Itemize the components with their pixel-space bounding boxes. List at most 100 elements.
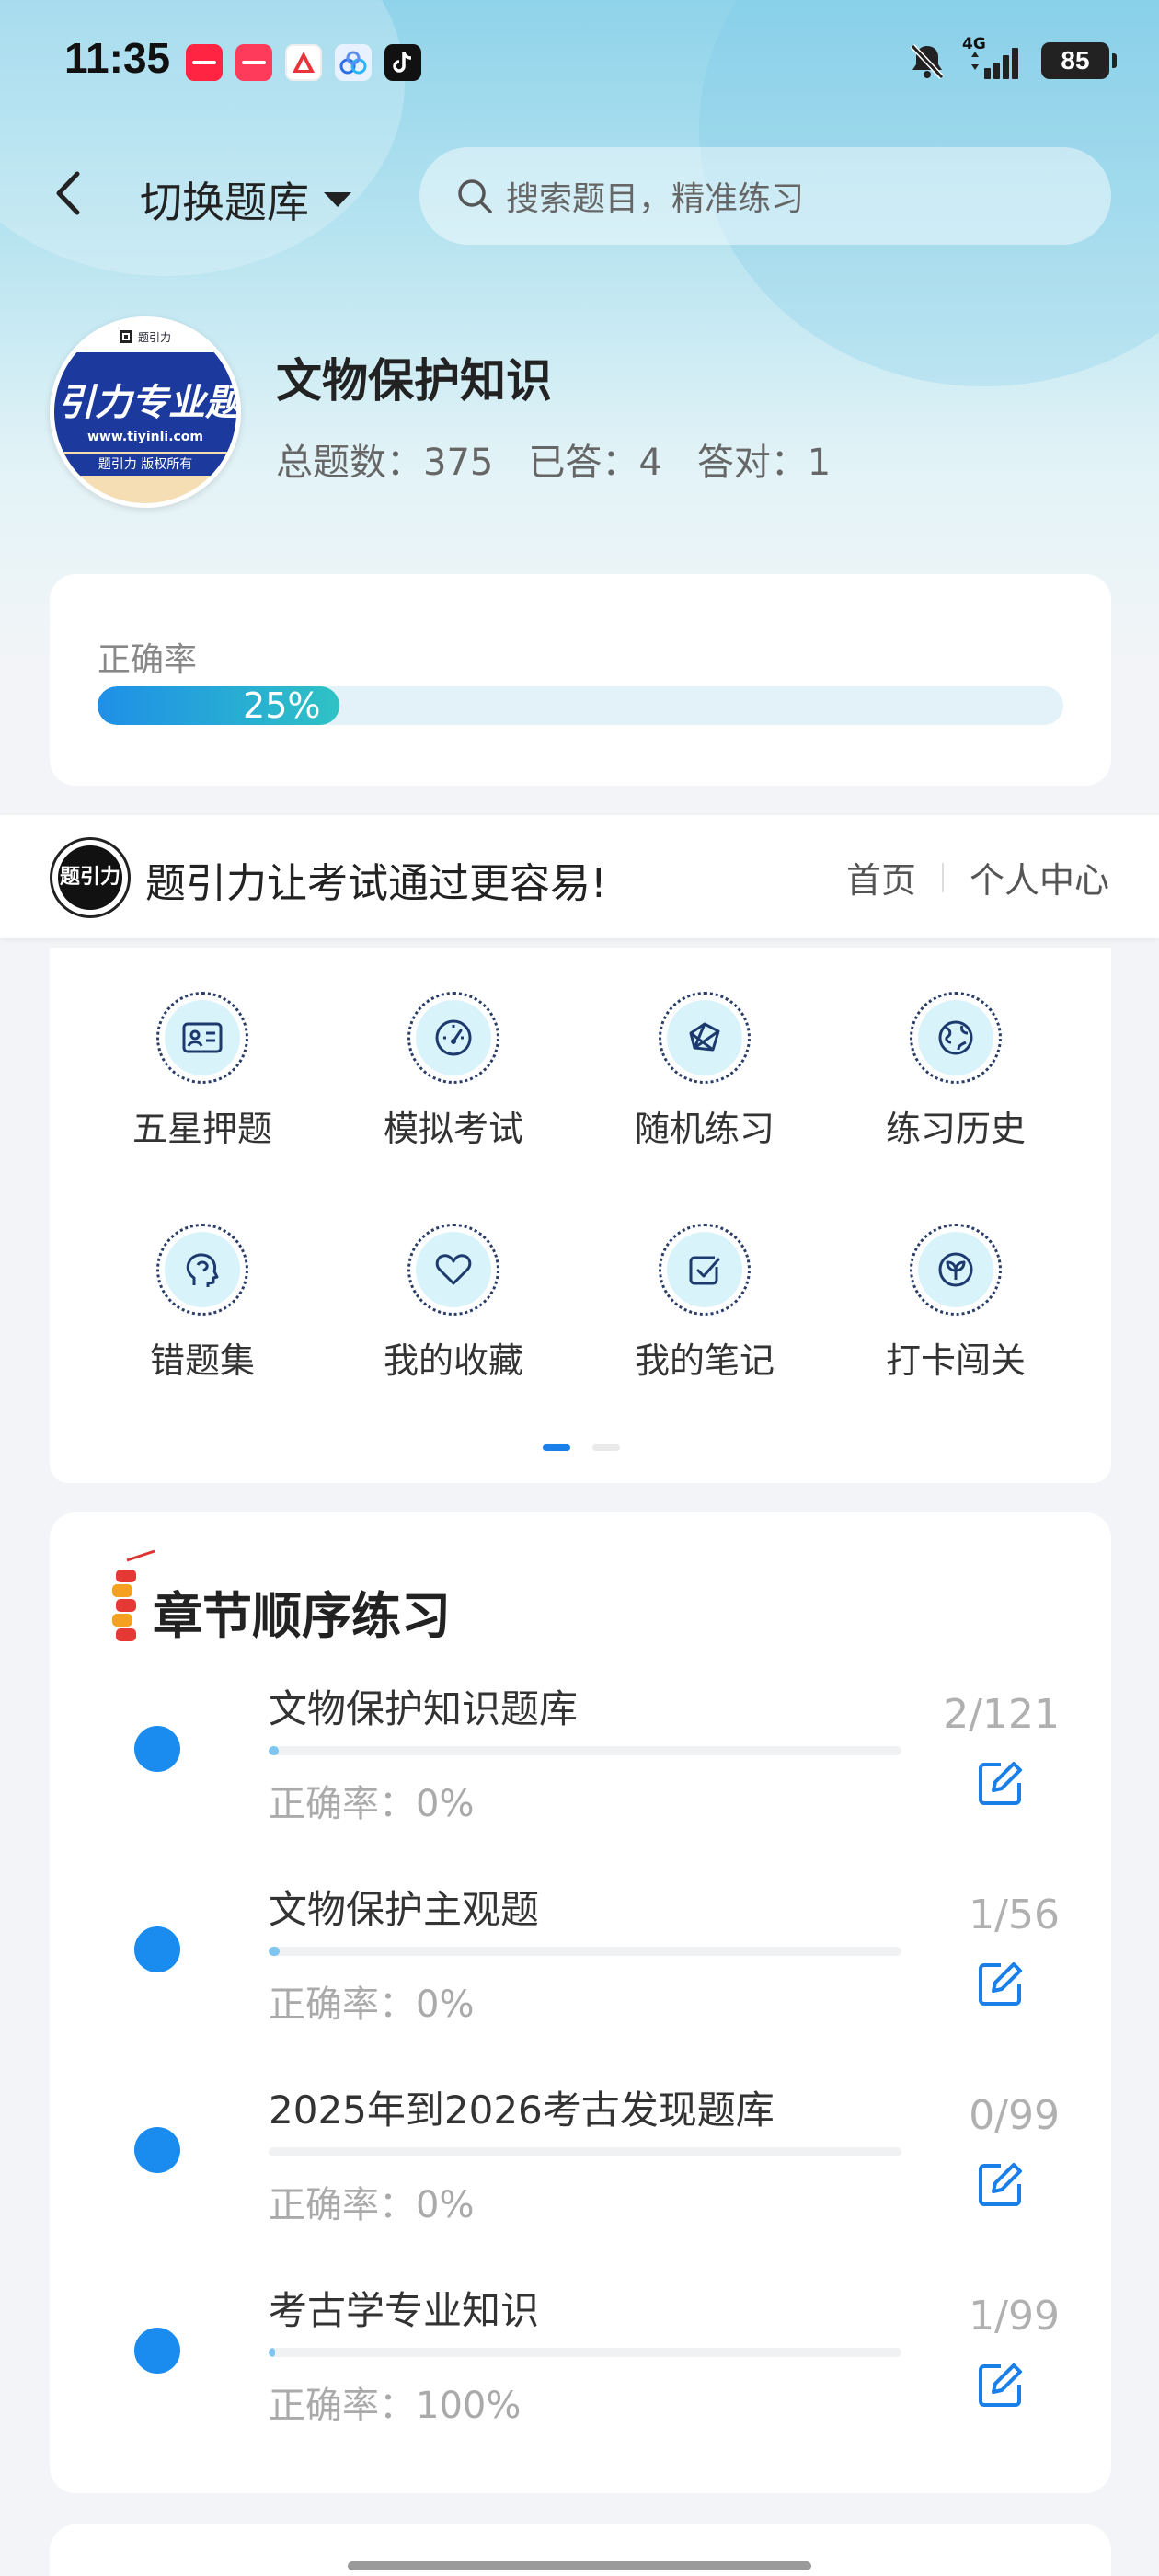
xiaohongshu-icon [186,44,223,81]
chapter-accuracy: 正确率：0% [269,2184,475,2226]
feature-label: 练习历史 [885,1109,1026,1149]
stat-answered: 已答：4 [528,442,662,484]
check-note-icon [689,1256,720,1285]
page-dot-1[interactable] [543,1444,570,1451]
leaf-badge-icon [938,1252,973,1287]
search-input[interactable]: 搜索题目，精准练习 [419,147,1111,245]
feature-icon-ring [910,992,1002,1084]
logo-brand-strip: 题引力 [54,321,236,352]
logo-title: 引力专业题 [58,382,241,424]
chapter-progress-track [269,1746,901,1755]
chapter-accuracy: 正确率：100% [269,2385,522,2427]
gauge-icon [435,1019,472,1056]
status-indicators: 4G 85 [907,35,1117,81]
baidu-netdisk-icon [335,44,372,81]
home-indicator[interactable] [348,2561,811,2570]
chapter-progress-fill [269,2348,275,2357]
chapter-bullet [134,2127,180,2173]
banner-nav: 首页 个人中心 [846,852,1109,903]
xiaohongshu-icon [235,44,272,81]
page-dot-2[interactable] [592,1444,620,1451]
feature-icon-ring [407,1224,499,1316]
switch-bank-dropdown[interactable]: 切换题库 [140,169,353,230]
brand-logo-text: 题引力 [58,845,122,910]
edit-icon[interactable] [973,1956,1028,2011]
chapter-progress-track [269,2348,901,2357]
feature-grid: 五星押题 模拟考试 随机练习 练习历史 错题集 我的收藏 我的笔记 打卡闯关 [50,948,1111,1483]
feature-label: 我的收藏 [383,1340,523,1381]
nav-personal-link[interactable]: 个人中心 [970,852,1109,903]
feature-icon-ring [156,992,248,1084]
chapter-bullet [134,2328,180,2374]
search-placeholder: 搜索题目，精准练习 [506,180,805,218]
tiktok-icon [384,44,421,81]
bell-off-icon [910,43,945,80]
chapter-accuracy: 正确率：0% [269,1783,475,1825]
caret-down-icon [324,192,351,207]
edit-icon[interactable] [973,2357,1028,2412]
network-icon [689,1022,720,1052]
brand-logo: 题引力 [50,837,131,918]
banner-slogan: 题引力让考试通过更容易! [145,860,607,907]
stat-total: 总题数：375 [276,442,494,484]
chapter-item[interactable]: 2025年到2026考古发现题库 正确率：0% 0/99 [50,2079,1111,2263]
feature-icon-ring [407,992,499,1084]
bank-logo: 题引力 引力专业题 www.tiyinli.com 题引力 版权所有 [50,316,241,508]
chapter-progress-fill [269,1947,281,1956]
feature-icon-ring [659,1224,751,1316]
qr-code-icon [119,330,132,343]
search-icon [458,179,492,213]
switch-bank-label: 切换题库 [140,178,309,227]
promo-banner: 题引力 题引力让考试通过更容易! 首页 个人中心 [0,815,1159,938]
chapter-name: 考古学专业知识 [269,2288,540,2333]
chapter-progress-track [269,2147,901,2156]
acrobat-icon [285,44,322,81]
logo-copyright: 题引力 版权所有 [54,454,236,476]
bank-title: 文物保护知识 [276,354,552,408]
status-bar: 11:35 4G 85 [0,0,1159,125]
nav-divider [941,862,944,892]
logo-brand: 题引力 [137,330,171,344]
chapter-count: 0/99 [969,2092,1060,2139]
chapter-progress-fill [269,1746,280,1755]
chapter-bullet [134,1726,180,1772]
stat-correct: 答对：1 [696,442,832,484]
edit-icon[interactable] [973,2156,1028,2212]
accuracy-progress-fill: 25% [98,686,339,725]
status-time: 11:35 [64,34,171,82]
feature-favorites[interactable]: 我的收藏 [343,1224,564,1383]
feature-notes[interactable]: 我的笔记 [594,1224,815,1383]
chapter-count: 1/56 [969,1892,1060,1938]
feature-random-practice[interactable]: 随机练习 [594,992,815,1151]
page-indicator [543,1444,620,1451]
feature-label: 我的笔记 [634,1340,775,1381]
feature-icon-ring [910,1224,1002,1316]
head-icon [186,1253,219,1287]
accuracy-progress-track: 25% [98,686,1063,725]
edit-icon[interactable] [973,1755,1028,1811]
accuracy-card: 正确率 25% [50,574,1111,786]
feature-check-in[interactable]: 打卡闯关 [845,1224,1066,1383]
feature-five-star[interactable]: 五星押题 [92,992,313,1151]
feature-practice-history[interactable]: 练习历史 [845,992,1066,1151]
chapter-item[interactable]: 考古学专业知识 正确率：100% 1/99 [50,2280,1111,2464]
chapter-name: 文物保护主观题 [269,1887,540,1932]
chapter-item[interactable]: 文物保护知识题库 正确率：0% 2/121 [50,1678,1111,1862]
feature-wrong-answers[interactable]: 错题集 [92,1224,313,1383]
heart-icon [435,1254,472,1285]
chapter-progress-track [269,1947,901,1956]
chevron-left-icon [56,171,80,215]
chapter-bullet [134,1926,180,1972]
chapter-count: 1/99 [969,2293,1060,2340]
feature-mock-exam[interactable]: 模拟考试 [343,992,564,1151]
chapter-section-title: 章节顺序练习 [153,1587,451,1645]
feature-icon-ring [156,1224,248,1316]
back-button[interactable] [52,166,96,221]
chapter-item[interactable]: 文物保护主观题 正确率：0% 1/56 [50,1879,1111,2063]
accuracy-value: 25% [243,686,321,725]
nav-home-link[interactable]: 首页 [846,852,916,903]
chapter-name: 2025年到2026考古发现题库 [269,2087,775,2133]
chapter-count: 2/121 [943,1691,1060,1738]
chapter-practice-card: 章节顺序练习 文物保护知识题库 正确率：0% 2/121 文物保护主观题 正确率… [50,1512,1111,2493]
bank-stats: 总题数：375 已答：4 答对：1 [276,432,831,486]
